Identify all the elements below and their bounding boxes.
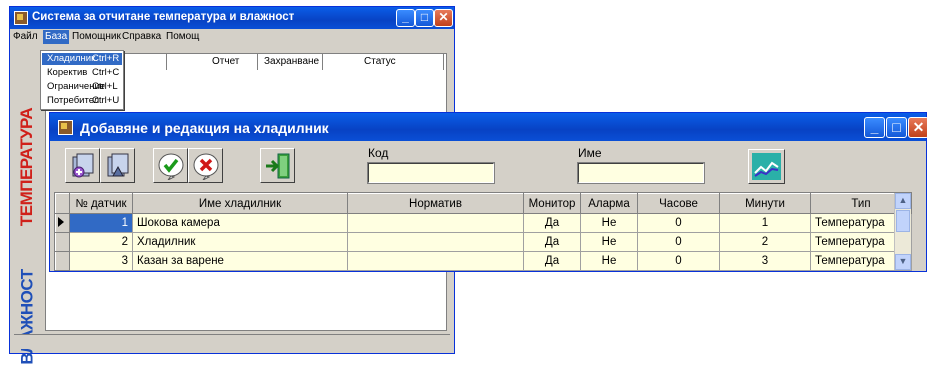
row-indicator <box>55 232 70 252</box>
dialog-app-icon <box>58 120 73 135</box>
dialog-maximize-button[interactable]: □ <box>886 117 907 138</box>
cell-norm[interactable] <box>347 251 524 271</box>
dialog-title: Добавяне и редакция на хладилник <box>80 120 329 136</box>
name-input[interactable] <box>577 162 705 184</box>
menu-assistant[interactable]: Помощник <box>72 31 121 42</box>
minimize-button[interactable]: _ <box>396 9 415 27</box>
add-record-button[interactable] <box>65 148 100 183</box>
side-label-humidity[interactable]: ВЛАЖНОСТ <box>14 257 41 377</box>
cell-norm[interactable] <box>347 213 524 233</box>
col-header-minutes[interactable]: Минути <box>719 193 811 214</box>
cell-sensor[interactable]: 2 <box>69 232 133 252</box>
maximize-button[interactable]: □ <box>415 9 434 27</box>
menu-database[interactable]: База <box>43 30 70 44</box>
edit-record-button[interactable] <box>100 148 135 183</box>
cancel-button[interactable] <box>188 148 223 183</box>
menu-item-limit[interactable]: Ограничение Ctrl+L <box>42 81 122 93</box>
menu-help[interactable]: Помощ <box>166 31 199 42</box>
cell-monitor[interactable]: Да <box>523 213 581 233</box>
menu-item-correction[interactable]: Коректив Ctrl+C <box>42 67 122 79</box>
app-icon <box>14 11 28 25</box>
menu-item-user[interactable]: Потребител Ctrl+U <box>42 95 122 107</box>
header-status[interactable]: Статус <box>364 56 396 67</box>
col-header-monitor[interactable]: Монитор <box>523 193 581 214</box>
col-header-norm[interactable]: Норматив <box>347 193 524 214</box>
cell-alarm[interactable]: Не <box>580 251 638 271</box>
exit-door-icon <box>266 153 290 179</box>
confirm-button[interactable] <box>153 148 188 183</box>
confirm-icon <box>158 153 184 180</box>
col-header-hours[interactable]: Часове <box>637 193 720 214</box>
col-header-alarm[interactable]: Аларма <box>580 193 638 214</box>
scroll-up-icon[interactable]: ▲ <box>895 193 911 209</box>
header-report[interactable]: Отчет <box>212 56 239 67</box>
menubar: Файл База Помощник Справка Помощ <box>10 29 454 45</box>
cell-minutes[interactable]: 3 <box>719 251 811 271</box>
cell-monitor[interactable]: Да <box>523 232 581 252</box>
dialog-close-button[interactable]: ✕ <box>908 117 927 138</box>
table-vertical-scrollbar[interactable]: ▲ ▼ <box>894 193 911 270</box>
cell-minutes[interactable]: 2 <box>719 232 811 252</box>
code-input[interactable] <box>367 162 495 184</box>
main-window-title: Система за отчитане температура и влажно… <box>32 11 295 23</box>
main-titlebar[interactable]: Система за отчитане температура и влажно… <box>10 7 454 29</box>
dialog-titlebar[interactable]: Добавяне и редакция на хладилник _ □ ✕ <box>50 113 927 141</box>
cell-minutes[interactable]: 1 <box>719 213 811 233</box>
cell-hours[interactable]: 0 <box>637 232 720 252</box>
cell-sensor[interactable]: 3 <box>69 251 133 271</box>
refrigerator-dialog: Добавяне и редакция на хладилник _ □ ✕ К… <box>49 112 927 272</box>
menu-file[interactable]: Файл <box>13 31 38 42</box>
scroll-thumb[interactable] <box>896 210 910 232</box>
side-label-temperature[interactable]: ТЕМПЕРАТУРА <box>14 97 41 237</box>
header-power[interactable]: Захранване <box>264 56 319 67</box>
add-record-icon <box>72 153 94 178</box>
dialog-minimize-button[interactable]: _ <box>864 117 885 138</box>
cell-alarm[interactable]: Не <box>580 232 638 252</box>
chart-icon <box>752 153 781 180</box>
table-header-row: № датчик Име хладилник Норматив Монитор … <box>55 193 912 214</box>
cell-name[interactable]: Хладилник <box>132 232 348 252</box>
col-header-sensor[interactable]: № датчик <box>69 193 133 214</box>
cell-norm[interactable] <box>347 232 524 252</box>
database-dropdown-menu: Хладилник Ctrl+R Коректив Ctrl+C Огранич… <box>40 50 124 110</box>
cell-hours[interactable]: 0 <box>637 251 720 271</box>
table-row[interactable]: 3 Казан за варене Да Не 0 3 Температура <box>55 251 912 271</box>
table-row[interactable]: 1 Шокова камера Да Не 0 1 Температура <box>55 213 912 233</box>
col-header-name[interactable]: Име хладилник <box>132 193 348 214</box>
exit-button[interactable] <box>260 148 295 183</box>
status-bar <box>14 334 450 349</box>
menu-item-refrigerator[interactable]: Хладилник Ctrl+R <box>42 53 122 65</box>
row-indicator-header <box>55 193 70 214</box>
refrigerator-table: № датчик Име хладилник Норматив Монитор … <box>54 192 912 271</box>
cell-hours[interactable]: 0 <box>637 213 720 233</box>
cell-name[interactable]: Шокова камера <box>132 213 348 233</box>
cell-monitor[interactable]: Да <box>523 251 581 271</box>
current-row-indicator-icon <box>55 213 70 233</box>
name-label: Име <box>578 146 602 160</box>
table-row[interactable]: 2 Хладилник Да Не 0 2 Температура <box>55 232 912 252</box>
scroll-down-icon[interactable]: ▼ <box>895 254 911 270</box>
edit-record-icon <box>107 153 129 177</box>
code-label: Код <box>368 146 389 160</box>
cell-name[interactable]: Казан за варене <box>132 251 348 271</box>
menu-reference[interactable]: Справка <box>122 31 161 42</box>
chart-button[interactable] <box>748 149 785 184</box>
close-button[interactable]: ✕ <box>434 9 453 27</box>
cancel-icon <box>193 153 219 180</box>
cell-sensor[interactable]: 1 <box>69 213 133 233</box>
row-indicator <box>55 251 70 271</box>
cell-alarm[interactable]: Не <box>580 213 638 233</box>
